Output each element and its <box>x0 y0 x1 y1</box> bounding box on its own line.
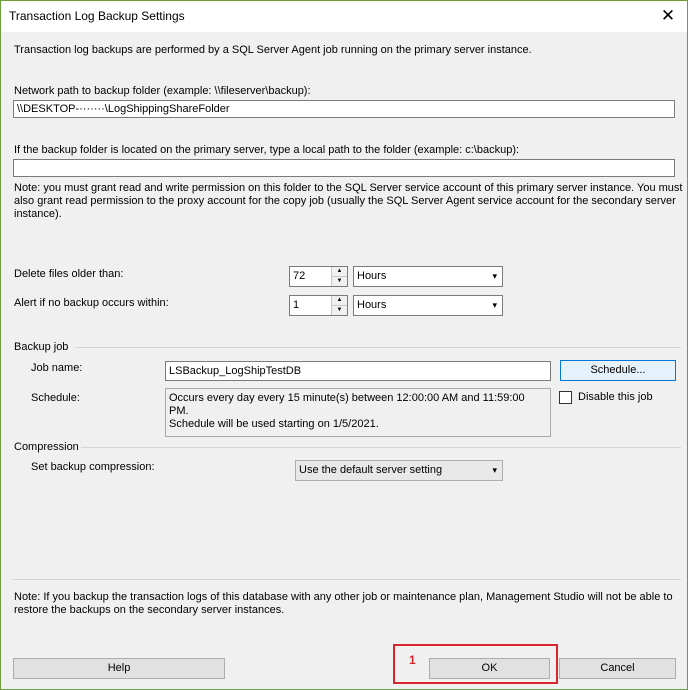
job-name-label: Job name: <box>31 362 83 374</box>
intro-text: Transaction log backups are performed by… <box>14 44 532 56</box>
local-path-label: If the backup folder is located on the p… <box>14 144 520 156</box>
chevron-down-icon: ▾ <box>492 271 497 281</box>
annotation-number: 1 <box>409 653 416 667</box>
title-bar: Transaction Log Backup Settings ✕ <box>1 1 687 32</box>
close-icon[interactable]: ✕ <box>657 5 679 27</box>
compression-label: Set backup compression: <box>31 461 155 473</box>
delete-files-stepper[interactable]: 72 ▲ ▼ <box>289 266 348 287</box>
schedule-button[interactable]: Schedule... <box>560 360 676 381</box>
permission-note-line2: also grant read permission to the proxy … <box>14 195 676 207</box>
bottom-note-line2: restore the backups on the secondary ser… <box>14 604 285 616</box>
alert-label: Alert if no backup occurs within: <box>14 297 169 309</box>
chevron-down-icon: ▾ <box>492 300 497 310</box>
dialog-window: Transaction Log Backup Settings ✕ Transa… <box>0 0 688 690</box>
disable-job-label[interactable]: Disable this job <box>578 391 653 403</box>
spin-up-icon[interactable]: ▲ <box>332 296 347 306</box>
schedule-line2: Schedule will be used starting on 1/5/20… <box>169 418 379 430</box>
backup-job-divider <box>75 347 681 348</box>
spin-up-icon[interactable]: ▲ <box>332 267 347 277</box>
help-button[interactable]: Help <box>13 658 225 679</box>
schedule-line1: Occurs every day every 15 minute(s) betw… <box>169 392 525 417</box>
compression-select[interactable]: Use the default server setting ▾ <box>295 460 503 481</box>
alert-value: 1 <box>293 299 300 311</box>
delete-files-value: 72 <box>293 270 306 282</box>
spin-down-icon[interactable]: ▼ <box>332 277 347 286</box>
compression-group-label: Compression <box>14 441 79 453</box>
network-path-label: Network path to backup folder (example: … <box>14 85 311 97</box>
delete-files-label: Delete files older than: <box>14 268 124 280</box>
job-name-input[interactable]: LSBackup_LogShipTestDB <box>165 361 551 381</box>
disable-job-checkbox[interactable] <box>559 391 572 404</box>
permission-note-line3: instance). <box>14 208 62 220</box>
bottom-note-line1: Note: If you backup the transaction logs… <box>14 591 673 603</box>
annotation-highlight-box <box>393 644 558 684</box>
schedule-description: Occurs every day every 15 minute(s) betw… <box>165 388 551 437</box>
alert-stepper[interactable]: 1 ▲ ▼ <box>289 295 348 316</box>
delete-files-unit-select[interactable]: Hours ▾ <box>353 266 503 287</box>
spin-down-icon[interactable]: ▼ <box>332 306 347 315</box>
backup-job-group-label: Backup job <box>14 341 69 353</box>
compression-divider <box>81 447 681 448</box>
cancel-button[interactable]: Cancel <box>559 658 676 679</box>
window-title: Transaction Log Backup Settings <box>9 9 185 23</box>
note-divider <box>13 579 681 580</box>
alert-unit-select[interactable]: Hours ▾ <box>353 295 503 316</box>
compression-value: Use the default server setting <box>299 464 443 476</box>
network-path-input[interactable]: \\DESKTOP-·······\LogShippingShareFolder <box>13 100 675 118</box>
local-path-input[interactable] <box>13 159 675 177</box>
alert-unit: Hours <box>357 299 387 311</box>
chevron-down-icon: ▾ <box>492 465 497 475</box>
permission-note-line1: Note: you must grant read and write perm… <box>14 182 683 194</box>
schedule-label: Schedule: <box>31 392 80 404</box>
delete-files-unit: Hours <box>357 270 387 282</box>
